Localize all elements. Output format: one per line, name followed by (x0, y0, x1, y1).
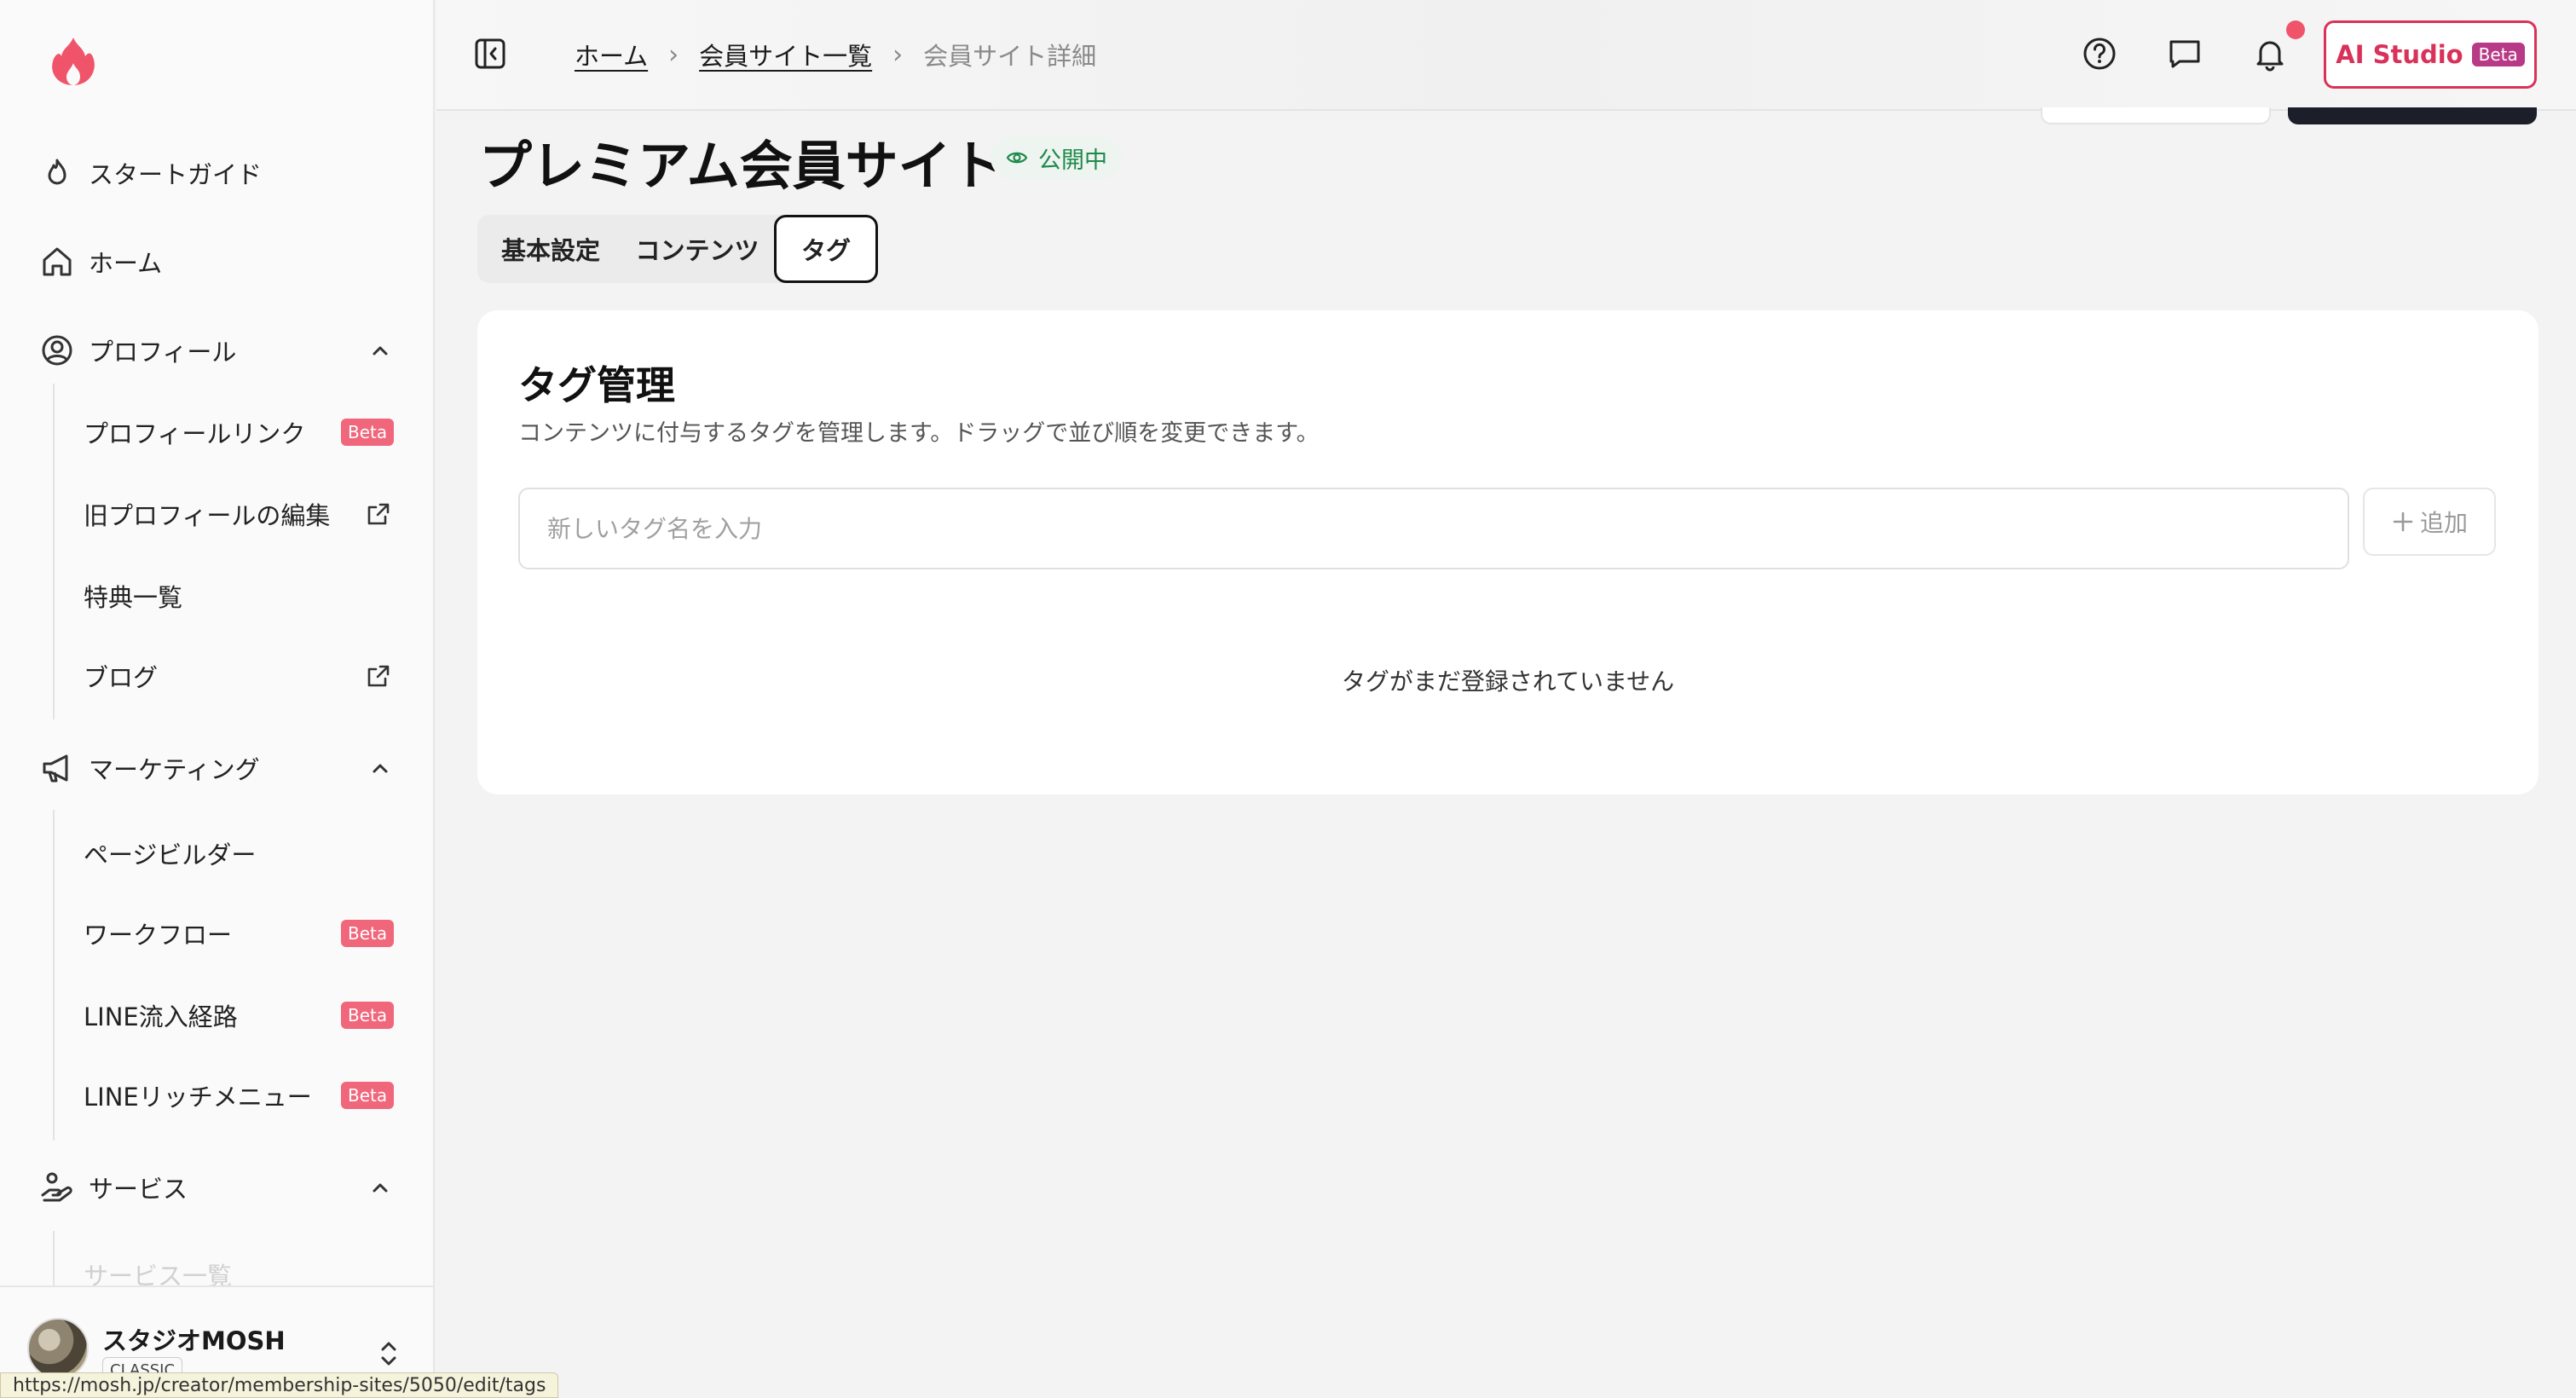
sidebar-item-marketing[interactable]: マーケティング (0, 738, 433, 798)
chevron-right-icon: › (892, 39, 904, 70)
sidebar-item-profile-link[interactable]: プロフィールリンク Beta (0, 402, 433, 462)
chevron-up-icon[interactable] (367, 337, 394, 364)
plus-icon (2393, 511, 2413, 532)
sidebar-item-label: マーケティング (89, 755, 260, 784)
browser-status-url: https://mosh.jp/creator/membership-sites… (0, 1372, 559, 1398)
external-link-icon (367, 665, 390, 687)
chevron-up-icon[interactable] (367, 754, 394, 782)
sidebar-item-workflow[interactable]: ワークフロー Beta (0, 904, 433, 963)
sidebar-item-label: ブログ (84, 663, 159, 692)
sidebar-item-label: ワークフロー (84, 921, 233, 950)
breadcrumb-current: 会員サイト詳細 (923, 42, 1097, 71)
section-description: コンテンツに付与するタグを管理します。ドラッグで並び順を変更できます。 (518, 420, 1320, 447)
sidebar-item-profile[interactable]: プロフィール (0, 321, 433, 380)
sidebar-toggle-icon[interactable] (472, 36, 508, 72)
sidebar-item-line-inflow[interactable]: LINE流入経路 Beta (0, 985, 433, 1045)
chevron-up-down-icon[interactable] (375, 1337, 402, 1371)
status-badge: 公開中 (991, 136, 1123, 179)
hand-service-icon (41, 1172, 72, 1202)
sidebar: スタートガイド ホーム プロフィール プロフィールリンク Beta 旧プロフィー… (0, 0, 435, 1398)
sidebar-item-label: サービス (89, 1175, 188, 1204)
chevron-right-icon: › (668, 39, 679, 70)
avatar (27, 1318, 89, 1379)
beta-badge: Beta (341, 419, 395, 446)
chat-icon[interactable] (2165, 34, 2204, 73)
beta-badge: Beta (341, 1002, 395, 1029)
breadcrumb: ホーム › 会員サイト一覧 › 会員サイト詳細 (575, 38, 1096, 72)
tag-management-card: タグ管理 コンテンツに付与するタグを管理します。ドラッグで並び順を変更できます。… (477, 310, 2538, 794)
chevron-up-icon[interactable] (367, 1174, 394, 1201)
help-circle-icon[interactable] (2080, 34, 2119, 73)
add-tag-button[interactable]: 追加 (2363, 488, 2496, 556)
tab-bar: 基本設定 コンテンツ タグ (477, 215, 878, 283)
sidebar-item-page-builder[interactable]: ページビルダー (0, 823, 433, 883)
header-primary-button[interactable] (2288, 107, 2537, 124)
sidebar-item-label: LINEリッチメニュー (84, 1083, 312, 1112)
sidebar-item-label: ホーム (89, 249, 163, 278)
add-tag-label: 追加 (2419, 509, 2468, 537)
beta-badge: Beta (341, 920, 395, 947)
beta-badge: Beta (2471, 43, 2525, 66)
external-link-icon (367, 503, 390, 525)
header-action-button[interactable] (2041, 107, 2271, 124)
flame-outline-icon (48, 159, 66, 185)
sidebar-item-start-guide[interactable]: スタートガイド (0, 143, 433, 203)
sidebar-item-benefits[interactable]: 特典一覧 (0, 566, 433, 626)
sidebar-item-line-rich-menu[interactable]: LINEリッチメニュー Beta (0, 1066, 433, 1125)
sidebar-item-label: プロフィールリンク (84, 419, 306, 448)
eye-icon (1006, 152, 1028, 164)
sidebar-item-label: 旧プロフィールの編集 (84, 501, 331, 530)
sidebar-item-label: LINE流入経路 (84, 1002, 238, 1031)
home-icon (43, 247, 72, 276)
sidebar-item-service[interactable]: サービス (0, 1158, 433, 1217)
ai-studio-button[interactable]: AI Studio Beta (2324, 20, 2537, 89)
ai-studio-label: AI Studio (2336, 40, 2463, 69)
sidebar-item-label: ページビルダー (84, 841, 257, 869)
section-title: タグ管理 (518, 362, 675, 408)
breadcrumb-home[interactable]: ホーム (575, 37, 648, 72)
breadcrumb-membership-sites[interactable]: 会員サイト一覧 (699, 37, 872, 72)
sidebar-item-label: スタートガイド (89, 160, 263, 189)
sidebar-item-blog[interactable]: ブログ (0, 646, 433, 706)
tab-basic-settings[interactable]: 基本設定 (477, 215, 624, 283)
flame-logo-icon[interactable] (46, 34, 101, 89)
top-header: ホーム › 会員サイト一覧 › 会員サイト詳細 AI Studio Beta (436, 0, 2576, 111)
status-text: 公開中 (1038, 147, 1107, 174)
bell-icon[interactable] (2250, 34, 2290, 73)
empty-state-message: タグがまだ登録されていません (1341, 667, 1675, 696)
sidebar-item-label: プロフィール (89, 338, 237, 367)
page-title: プレミアム会員サイト (479, 135, 1004, 197)
tab-tags[interactable]: タグ (774, 215, 878, 283)
notification-dot (2286, 20, 2305, 39)
beta-badge: Beta (341, 1082, 395, 1109)
megaphone-icon (43, 754, 68, 783)
sidebar-item-legacy-profile[interactable]: 旧プロフィールの編集 (0, 484, 433, 544)
sidebar-item-home[interactable]: ホーム (0, 232, 433, 292)
tag-name-input[interactable] (518, 488, 2349, 569)
user-circle-icon (42, 335, 72, 366)
account-name: スタジオMOSH (102, 1326, 286, 1355)
sidebar-item-label: 特典一覧 (84, 583, 183, 612)
tab-contents[interactable]: コンテンツ (624, 215, 771, 283)
